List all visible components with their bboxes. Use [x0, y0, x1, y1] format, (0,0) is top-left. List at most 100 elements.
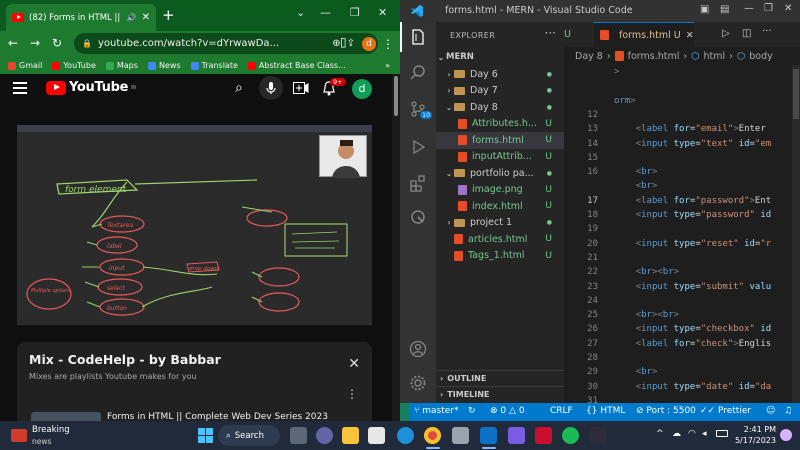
code-line[interactable]: <label for="password">Ent: [614, 196, 772, 206]
app-m-icon[interactable]: [508, 427, 525, 444]
notifications-bell-icon[interactable]: ♫: [784, 406, 792, 416]
layout-toggle-icon[interactable]: ▣: [700, 4, 709, 15]
tab-previous[interactable]: U: [564, 22, 594, 47]
video-player[interactable]: form element Textarea label input select…: [17, 125, 372, 325]
new-tab-button[interactable]: +: [162, 6, 175, 24]
code-editor[interactable]: > orm> 12 13 <label for="email">Enter 14 <in…: [564, 65, 800, 406]
timeline-section[interactable]: › TIMELINE: [436, 386, 564, 402]
close-icon[interactable]: ✕: [686, 30, 694, 41]
bookmark-abstract[interactable]: Abstract Base Class...: [247, 61, 346, 70]
remote-explorer-icon[interactable]: [409, 208, 427, 226]
code-line[interactable]: orm>: [614, 96, 636, 106]
minimize-icon[interactable]: —: [320, 6, 331, 19]
feedback-icon[interactable]: ☺: [766, 406, 775, 416]
code-line[interactable]: <input type="text" id="em: [614, 139, 772, 149]
editor-scrollbar[interactable]: [792, 65, 800, 403]
bookmark-translate[interactable]: Translate: [190, 61, 238, 70]
more-actions-icon[interactable]: ···: [762, 26, 772, 37]
side-panel-icon[interactable]: ▯: [340, 35, 347, 49]
microsoft-store-icon[interactable]: [368, 427, 385, 444]
tree-file[interactable]: articles.html U: [436, 231, 564, 248]
app-hex-icon[interactable]: [452, 427, 469, 444]
page-scrollbar[interactable]: [392, 74, 400, 421]
explorer-icon[interactable]: [409, 28, 427, 46]
chrome-tab-youtube[interactable]: (82) Forms in HTML || Comp 🔊 ✕: [6, 4, 156, 31]
voice-search-button[interactable]: [259, 76, 283, 100]
more-options-icon[interactable]: ⋮: [346, 387, 358, 401]
reload-icon[interactable]: ↻: [52, 36, 62, 50]
mix-title[interactable]: Mix - CodeHelp - by Babbar: [29, 352, 221, 367]
edge-icon[interactable]: [397, 427, 414, 444]
breadcrumb-file[interactable]: forms.html: [628, 51, 680, 62]
close-window-icon[interactable]: ✕: [784, 3, 792, 14]
minimize-icon[interactable]: —: [744, 3, 754, 14]
tree-folder[interactable]: › project 1 ●: [436, 215, 564, 232]
back-icon[interactable]: ←: [8, 36, 18, 50]
breadcrumb-html[interactable]: html: [704, 51, 726, 62]
teams-chat-icon[interactable]: [316, 427, 333, 444]
bookmark-youtube[interactable]: YouTube: [52, 61, 96, 70]
workspace-root[interactable]: ⌄ MERN: [436, 49, 564, 66]
tree-file[interactable]: Tags_1.html U: [436, 248, 564, 265]
settings-gear-icon[interactable]: [409, 374, 427, 392]
windows-start-icon[interactable]: [198, 428, 213, 443]
branch-indicator[interactable]: ⑂ master*: [414, 406, 459, 416]
breadcrumb-body[interactable]: body: [749, 51, 773, 62]
profile-avatar[interactable]: d: [362, 37, 376, 51]
bookmark-gmail[interactable]: Gmail: [8, 61, 42, 70]
tree-folder[interactable]: › Day 7 ●: [436, 83, 564, 100]
maximize-icon[interactable]: ❐: [764, 3, 773, 14]
hamburger-menu-icon[interactable]: [13, 82, 27, 94]
url-text[interactable]: youtube.com/watch?v=dYrwawDa...: [98, 38, 326, 49]
youtube-avatar[interactable]: d: [352, 79, 372, 99]
system-clock[interactable]: 2:41 PM 5/17/2023: [735, 424, 776, 446]
wifi-icon[interactable]: ◠: [688, 429, 696, 439]
explorer-more-icon[interactable]: ···: [545, 26, 556, 40]
bookmarks-more-button[interactable]: »: [385, 61, 390, 70]
split-editor-icon[interactable]: ◫: [742, 28, 751, 39]
tree-file[interactable]: index.html U: [436, 198, 564, 215]
maximize-icon[interactable]: ❐: [350, 6, 360, 19]
code-line[interactable]: <br>: [614, 167, 658, 177]
code-line[interactable]: <br>: [614, 181, 658, 191]
tab-forms-html[interactable]: forms.html U ✕: [594, 22, 694, 47]
run-debug-icon[interactable]: [409, 138, 427, 156]
code-line[interactable]: <br>: [614, 367, 658, 377]
language-mode[interactable]: {} HTML: [586, 406, 625, 416]
tab-search-icon[interactable]: ⌄: [296, 6, 305, 19]
forward-icon[interactable]: →: [30, 36, 40, 50]
taskbar-search[interactable]: ⌕ Search: [218, 425, 280, 446]
sync-icon[interactable]: ↻: [468, 406, 476, 416]
accounts-icon[interactable]: [409, 340, 427, 358]
create-video-icon[interactable]: [293, 82, 309, 94]
mcafee-icon[interactable]: [535, 427, 552, 444]
search-icon[interactable]: ⌕: [235, 80, 243, 96]
spotify-icon[interactable]: [562, 427, 579, 444]
copilot-icon[interactable]: [780, 429, 792, 441]
layout-panel-icon[interactable]: ▤: [720, 4, 729, 15]
news-widget-title[interactable]: Breaking: [32, 425, 70, 435]
bookmark-news[interactable]: News: [147, 61, 181, 70]
app-a-icon[interactable]: [589, 427, 606, 444]
close-window-icon[interactable]: ✕: [378, 6, 387, 19]
task-view-icon[interactable]: [290, 427, 307, 444]
code-line[interactable]: <input type="submit" valu: [614, 282, 772, 292]
eol-indicator[interactable]: CRLF: [550, 406, 573, 416]
volume-icon[interactable]: ◂: [702, 429, 707, 439]
bookmark-maps[interactable]: Maps: [105, 61, 138, 70]
prettier-status[interactable]: ✓✓ Prettier: [700, 406, 751, 416]
tree-folder[interactable]: ⌄ portfolio pa... ●: [436, 165, 564, 182]
code-line[interactable]: <input type="checkbox" id: [614, 324, 772, 334]
menu-kebab-icon[interactable]: ⋮: [382, 37, 394, 51]
chrome-icon[interactable]: [424, 427, 441, 444]
address-bar[interactable]: 🔒 youtube.com/watch?v=dYrwawDa... ⊕ ⇪ ☆: [74, 33, 378, 54]
tray-chevron-up-icon[interactable]: ^: [656, 429, 664, 439]
vscode-taskbar-icon[interactable]: [480, 427, 497, 444]
code-line[interactable]: <input type="password" id: [614, 210, 772, 220]
file-explorer-icon[interactable]: [342, 427, 359, 444]
tab-close-icon[interactable]: ✕: [142, 12, 150, 23]
run-icon[interactable]: ▷: [722, 28, 730, 39]
youtube-logo[interactable]: YouTube IN: [46, 80, 136, 95]
code-line[interactable]: >: [614, 67, 619, 77]
code-line[interactable]: <input type="date" id="da: [614, 382, 772, 392]
